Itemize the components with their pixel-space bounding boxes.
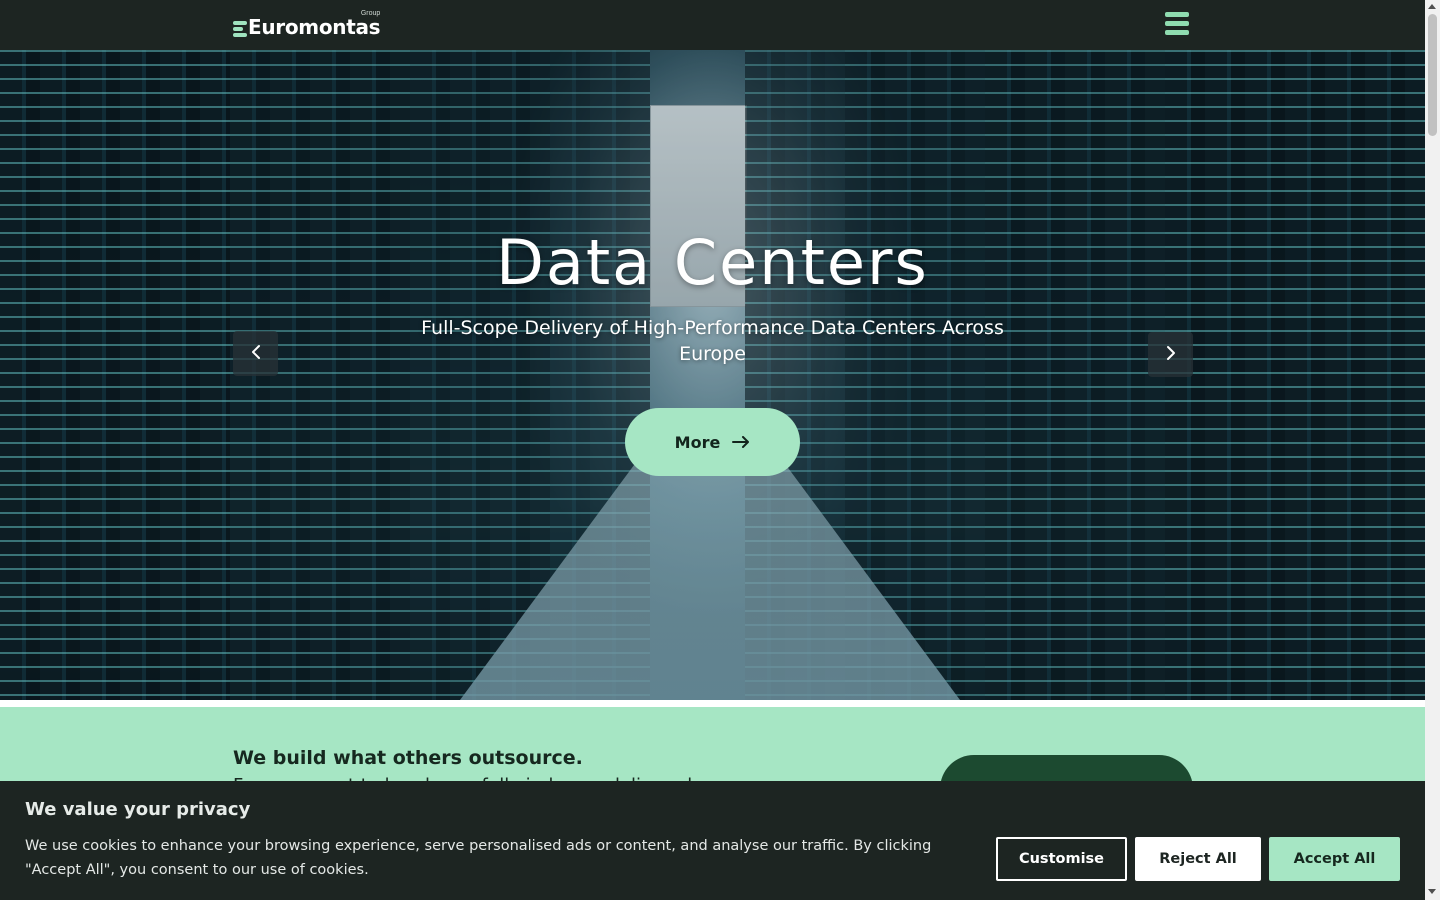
arrow-right-icon — [732, 436, 750, 448]
cookie-banner: We value your privacy We use cookies to … — [0, 781, 1425, 900]
hero-overlay — [0, 50, 1425, 700]
cookie-title: We value your privacy — [25, 799, 251, 820]
intro-title: We build what others outsource. — [233, 747, 583, 769]
more-button-label: More — [674, 432, 721, 452]
site-header: Euromontas Group — [0, 0, 1425, 50]
cookie-text: We use cookies to enhance your browsing … — [25, 838, 932, 878]
chevron-left-icon — [250, 344, 262, 364]
section-divider — [0, 700, 1425, 707]
scroll-down-icon[interactable] — [1428, 889, 1436, 894]
slider-prev-button[interactable] — [233, 331, 278, 376]
chevron-right-icon — [1165, 345, 1177, 365]
more-button[interactable]: More — [625, 408, 800, 476]
slider-next-button[interactable] — [1148, 332, 1193, 377]
scroll-up-icon[interactable] — [1428, 4, 1436, 9]
reject-all-button[interactable]: Reject All — [1135, 837, 1261, 881]
hero-title: Data Centers — [496, 226, 929, 299]
logo-group-label: Group — [360, 10, 381, 17]
hero-subtitle: Full-Scope Delivery of High-Performance … — [421, 317, 1004, 365]
hamburger-icon[interactable] — [1165, 12, 1189, 36]
page-scrollbar[interactable] — [1425, 0, 1440, 900]
accept-all-button[interactable]: Accept All — [1269, 837, 1400, 881]
hero-slider: Data Centers Full-Scope Delivery of High… — [0, 50, 1425, 700]
customise-button[interactable]: Customise — [996, 837, 1127, 881]
logo-mark-icon — [233, 19, 247, 38]
logo-wordmark: Euromontas — [248, 15, 381, 39]
scrollbar-thumb[interactable] — [1428, 14, 1437, 136]
euromontas-logo[interactable]: Euromontas Group — [233, 10, 381, 39]
